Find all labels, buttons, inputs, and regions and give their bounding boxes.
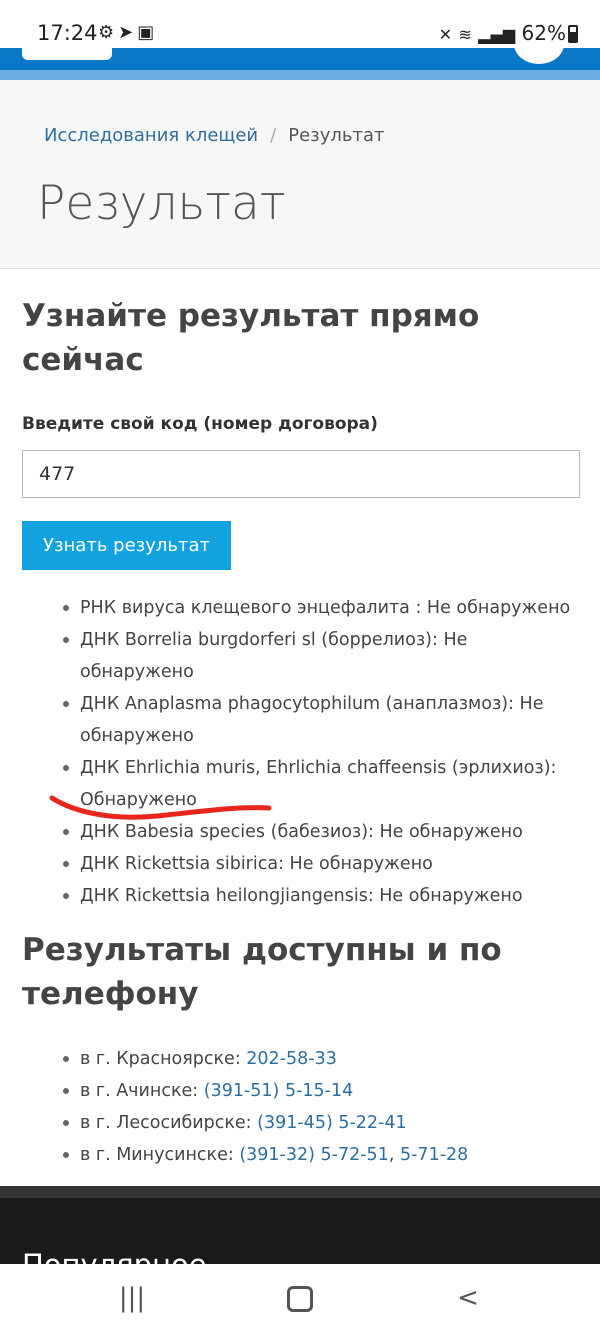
- phone-item: в г. Лесосибирске: (391-45) 5-22-41: [63, 1107, 585, 1139]
- code-label: Введите свой код (номер договора): [22, 414, 378, 434]
- page-hero: Исследования клещей / Результат Результат: [0, 80, 600, 269]
- form-heading: Узнайте результат прямо сейчас: [22, 298, 480, 378]
- phone-link[interactable]: (391-51) 5-15-14: [204, 1081, 354, 1101]
- settings-gear-icon: ⚙: [98, 22, 119, 43]
- city-label: в г. Ачинске:: [80, 1081, 204, 1101]
- breadcrumb-current: Результат: [288, 125, 385, 146]
- status-bar: 17:24 ⚙➤▣ ✕ ≋ ▂▄▆ 62%: [0, 0, 600, 48]
- breadcrumb: Исследования клещей / Результат: [44, 125, 385, 146]
- mute-icon: ✕: [438, 25, 453, 44]
- get-result-button[interactable]: Узнать результат: [22, 521, 231, 570]
- phone-item: в г. Минусинске: (391-32) 5-72-51, 5-71-…: [63, 1139, 585, 1171]
- back-icon[interactable]: <: [438, 1278, 498, 1318]
- result-item: ДНК Anaplasma phagocytophilum (анаплазмо…: [63, 688, 585, 752]
- status-right: ✕ ≋ ▂▄▆ 62%: [439, 21, 566, 45]
- red-underline-marker: [49, 795, 272, 820]
- menu-button[interactable]: [514, 48, 564, 64]
- phone-item: в г. Ачинске: (391-51) 5-15-14: [63, 1075, 585, 1107]
- phone-link[interactable]: (391-32) 5-72-51: [239, 1145, 389, 1165]
- breadcrumb-separator: /: [270, 125, 277, 146]
- city-label: в г. Красноярске:: [80, 1049, 247, 1069]
- battery-icon: [568, 25, 578, 43]
- city-label: в г. Минусинске:: [80, 1145, 240, 1165]
- signal-icon: ▂▄▆: [478, 25, 516, 44]
- phone-item: в г. Красноярске: 202-58-33: [63, 1043, 585, 1075]
- recent-apps-icon[interactable]: |||: [102, 1278, 162, 1318]
- result-item: ДНК Rickettsia sibirica: Не обнаружено: [63, 848, 585, 880]
- phone-link[interactable]: (391-45) 5-22-41: [257, 1113, 407, 1133]
- result-item: ДНК Borrelia burgdorferi sl (боррелиоз):…: [63, 624, 585, 688]
- site-header: [0, 48, 600, 70]
- breadcrumb-link-tick-research[interactable]: Исследования клещей: [44, 125, 258, 146]
- system-nav-bar: ||| <: [0, 1264, 600, 1332]
- phone-separator: ,: [388, 1145, 400, 1165]
- wifi-icon: ≋: [458, 25, 472, 44]
- phone-link[interactable]: 202-58-33: [246, 1049, 337, 1069]
- status-notification-icons: ⚙➤▣: [98, 22, 158, 43]
- city-label: в г. Лесосибирске:: [80, 1113, 258, 1133]
- phones-heading: Результаты доступны и по телефону: [22, 932, 502, 1012]
- page-title: Результат: [37, 176, 286, 231]
- site-logo[interactable]: [22, 48, 112, 60]
- phones-list: в г. Красноярске: 202-58-33 в г. Ачинске…: [63, 1043, 585, 1171]
- footer-heading: Популярное: [22, 1248, 207, 1264]
- battery-percent: 62%: [521, 21, 566, 45]
- result-item: РНК вируса клещевого энцефалита : Не обн…: [63, 592, 585, 624]
- status-time: 17:24: [37, 21, 98, 45]
- results-list: РНК вируса клещевого энцефалита : Не обн…: [63, 592, 585, 912]
- home-icon[interactable]: [270, 1278, 330, 1318]
- phone-link-2[interactable]: 5-71-28: [400, 1145, 468, 1165]
- notification-icon: ▣: [137, 22, 159, 43]
- contract-code-input[interactable]: [22, 450, 580, 498]
- header-divider: [0, 70, 600, 80]
- site-footer: Популярное: [0, 1186, 600, 1264]
- telegram-icon: ➤: [118, 22, 138, 43]
- result-item: ДНК Rickettsia heilongjiangensis: Не обн…: [63, 880, 585, 912]
